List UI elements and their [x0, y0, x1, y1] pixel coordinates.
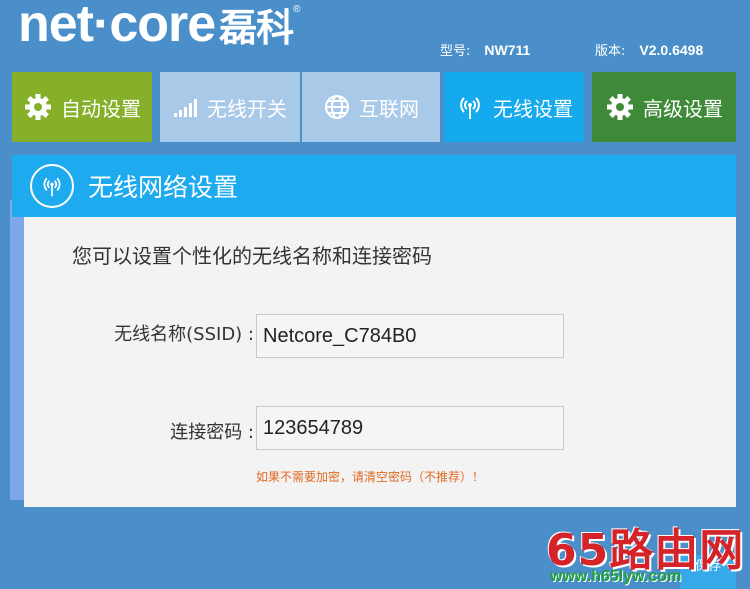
version-value: V2.0.6498	[639, 42, 704, 58]
panel-intro-text: 您可以设置个性化的无线名称和连接密码	[72, 244, 432, 268]
wifi-antenna-icon	[30, 164, 74, 208]
ssid-input[interactable]	[256, 314, 564, 358]
watermark-url: www.h65lyw.com	[550, 568, 682, 585]
tab-internet[interactable]: 互联网	[302, 72, 440, 142]
password-hint: 如果不需要加密，请清空密码（不推荐）！	[256, 470, 485, 484]
tab-wireless-settings-label: 无线设置	[493, 96, 573, 121]
tab-advanced-settings[interactable]: 高级设置	[592, 72, 736, 142]
wifi-antenna-icon	[455, 93, 485, 121]
logo-text: net·core	[18, 0, 216, 53]
model-info: 型号: NW711	[440, 40, 530, 59]
tab-wireless-switch[interactable]: 无线开关	[160, 72, 300, 142]
model-value: NW711	[484, 42, 531, 58]
gear-icon	[605, 92, 635, 122]
logo-cn-text: 磊科	[219, 6, 294, 50]
tab-auto-setup-label: 自动设置	[61, 96, 141, 121]
ssid-label: 无线名称(SSID) :	[114, 324, 254, 345]
netcore-logo: net·core 磊科®	[18, 0, 301, 54]
gear-icon	[23, 92, 53, 122]
tab-advanced-settings-label: 高级设置	[643, 96, 723, 121]
panel-title: 无线网络设置	[88, 173, 239, 202]
tab-internet-label: 互联网	[359, 96, 419, 121]
password-label: 连接密码 :	[170, 422, 254, 443]
signal-bars-icon	[173, 97, 199, 117]
panel-header: 无线网络设置	[12, 155, 736, 217]
panel-accent-bar	[10, 200, 24, 500]
registered-mark: ®	[293, 4, 300, 15]
tab-wireless-settings[interactable]: 无线设置	[444, 72, 584, 142]
tab-auto-setup[interactable]: 自动设置	[12, 72, 152, 142]
tab-wireless-switch-label: 无线开关	[207, 96, 287, 121]
version-info: 版本: V2.0.6498	[595, 40, 703, 59]
globe-icon	[323, 93, 351, 121]
model-label: 型号:	[440, 44, 471, 59]
password-input[interactable]	[256, 406, 564, 450]
version-label: 版本:	[595, 44, 626, 59]
